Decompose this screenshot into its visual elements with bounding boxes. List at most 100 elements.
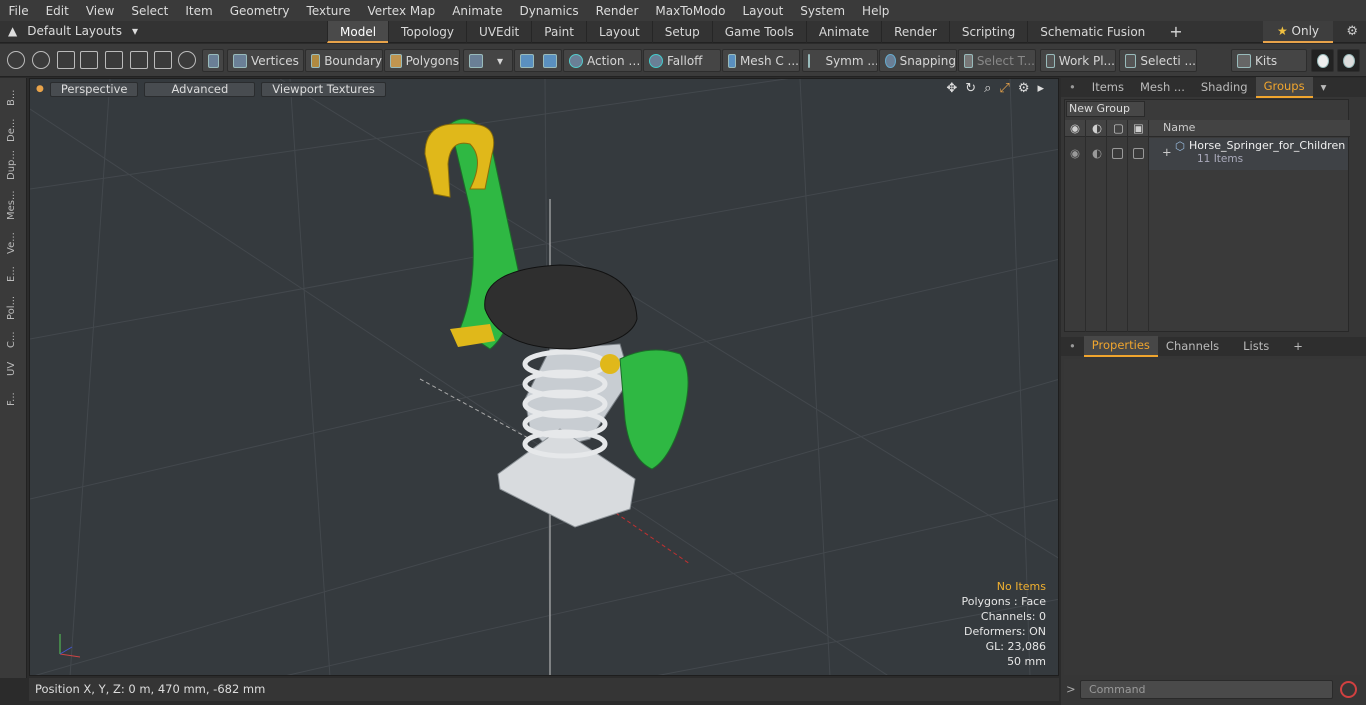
- left-tab-basic[interactable]: B...: [6, 84, 20, 106]
- add-tab-icon[interactable]: +: [1285, 337, 1311, 356]
- tab-schematic-fusion[interactable]: Schematic Fusion: [1027, 21, 1157, 43]
- snapping-button[interactable]: Snapping: [879, 49, 957, 72]
- select-icon[interactable]: ▣: [1133, 121, 1144, 135]
- expand-icon[interactable]: +: [1162, 145, 1172, 159]
- menu-view[interactable]: View: [77, 4, 122, 18]
- lock-icon[interactable]: ▢: [1113, 121, 1124, 135]
- viewport-textures-button[interactable]: Viewport Textures: [261, 81, 386, 97]
- menu-render[interactable]: Render: [587, 4, 647, 18]
- menu-edit[interactable]: Edit: [37, 4, 77, 18]
- row-render-icon[interactable]: ◐: [1092, 146, 1102, 160]
- tab-animate[interactable]: Animate: [805, 21, 881, 43]
- tab-game-tools[interactable]: Game Tools: [711, 21, 806, 43]
- group-row[interactable]: + ⬡ Horse_Springer_for_Children ... 11 I…: [1149, 138, 1349, 170]
- mesh-constraint-button[interactable]: Mesh C ...: [722, 49, 800, 72]
- left-tab-polygon[interactable]: Pol...: [6, 286, 20, 320]
- tab-mesh[interactable]: Mesh ...: [1132, 78, 1193, 97]
- center-icon[interactable]: [130, 51, 148, 69]
- menu-file[interactable]: File: [0, 4, 37, 18]
- boundary-button[interactable]: Boundary: [305, 49, 383, 72]
- menu-select[interactable]: Select: [123, 4, 177, 18]
- menu-vertex-map[interactable]: Vertex Map: [359, 4, 444, 18]
- kits-button[interactable]: Kits: [1231, 49, 1307, 72]
- rotate-icon[interactable]: [178, 51, 196, 69]
- cube-mode-button[interactable]: [202, 49, 224, 72]
- arrow-right-icon[interactable]: ▸: [1037, 81, 1044, 96]
- tab-setup[interactable]: Setup: [651, 21, 712, 43]
- unity-button[interactable]: [1311, 49, 1334, 72]
- menu-geometry[interactable]: Geometry: [221, 4, 298, 18]
- symmetry-toggle[interactable]: [514, 49, 562, 72]
- tab-groups[interactable]: Groups: [1255, 77, 1313, 98]
- menu-help[interactable]: Help: [854, 4, 898, 18]
- 3d-viewport[interactable]: ● Perspective Advanced Viewport Textures…: [29, 78, 1059, 676]
- left-tab-curve[interactable]: C...: [6, 324, 20, 348]
- menu-layout[interactable]: Layout: [734, 4, 792, 18]
- eye-icon[interactable]: ◉: [1070, 121, 1080, 135]
- tab-model[interactable]: Model: [327, 21, 389, 43]
- selection-sets-button[interactable]: Selecti ...: [1119, 49, 1197, 72]
- work-plane-button[interactable]: Work Pl...: [1040, 49, 1116, 72]
- row-select-checkbox[interactable]: [1133, 148, 1144, 159]
- left-tab-edge[interactable]: E...: [6, 258, 20, 282]
- perspective-button[interactable]: Perspective: [49, 81, 139, 97]
- viewport-dot-icon[interactable]: ●: [36, 84, 44, 94]
- select-circle-icon[interactable]: [7, 51, 25, 69]
- rotate-view-icon[interactable]: ↻: [965, 81, 976, 96]
- tab-layout[interactable]: Layout: [585, 21, 652, 43]
- left-tab-duplicate[interactable]: Dup...: [6, 146, 20, 180]
- menu-texture[interactable]: Texture: [298, 4, 359, 18]
- panel-dot-icon[interactable]: •: [1061, 337, 1084, 356]
- add-tab-icon[interactable]: +: [1157, 21, 1194, 43]
- move-icon[interactable]: ✥: [946, 81, 957, 96]
- menu-system[interactable]: System: [792, 4, 854, 18]
- left-tab-vertex[interactable]: Ve...: [6, 224, 20, 254]
- maximize-icon[interactable]: ⤢: [999, 81, 1009, 96]
- falloff-button[interactable]: Falloff: [643, 49, 721, 72]
- record-icon[interactable]: [1340, 681, 1357, 698]
- menu-animate[interactable]: Animate: [444, 4, 511, 18]
- layout-selector[interactable]: ▲ Default Layouts ▾: [8, 24, 138, 38]
- panel-dot-icon[interactable]: •: [1061, 78, 1084, 97]
- tab-scripting[interactable]: Scripting: [948, 21, 1027, 43]
- align-icon[interactable]: [105, 51, 123, 69]
- tab-shading[interactable]: Shading: [1193, 78, 1256, 97]
- brush-icon[interactable]: [80, 51, 98, 69]
- left-tab-fusion[interactable]: F...: [6, 380, 20, 406]
- zoom-icon[interactable]: ⌕: [984, 81, 991, 96]
- globe-icon[interactable]: [32, 51, 50, 69]
- row-lock-checkbox[interactable]: [1112, 148, 1123, 159]
- gear-icon[interactable]: ⚙: [1018, 81, 1030, 96]
- tab-channels[interactable]: Channels: [1158, 337, 1227, 356]
- render-icon[interactable]: ◐: [1092, 121, 1102, 135]
- tab-properties[interactable]: Properties: [1083, 336, 1158, 357]
- tab-paint[interactable]: Paint: [531, 21, 586, 43]
- tab-items[interactable]: Items: [1084, 78, 1132, 97]
- row-eye-icon[interactable]: ◉: [1070, 146, 1080, 160]
- tab-uvedit[interactable]: UVEdit: [466, 21, 531, 43]
- menu-item[interactable]: Item: [177, 4, 221, 18]
- symmetry-button[interactable]: Symm ...: [802, 49, 878, 72]
- left-tab-mesh[interactable]: Mes...: [6, 184, 20, 220]
- tab-topology[interactable]: Topology: [388, 21, 466, 43]
- vertices-button[interactable]: Vertices: [227, 49, 304, 72]
- pen-icon[interactable]: [57, 51, 75, 69]
- action-button[interactable]: Action …: [563, 49, 642, 72]
- tab-render[interactable]: Render: [881, 21, 949, 43]
- select-through-button[interactable]: Select T...: [958, 49, 1036, 72]
- menu-maxtomodo[interactable]: MaxToModo: [647, 4, 734, 18]
- gear-icon[interactable]: ⚙: [1346, 24, 1358, 39]
- frame-icon[interactable]: [154, 51, 172, 69]
- only-toggle[interactable]: ★ Only: [1263, 21, 1333, 43]
- menu-dynamics[interactable]: Dynamics: [511, 4, 587, 18]
- left-tab-deform[interactable]: De...: [6, 110, 20, 142]
- left-tab-uv[interactable]: UV: [6, 352, 20, 376]
- material-mode-button[interactable]: ▾: [463, 49, 513, 72]
- polygons-button[interactable]: Polygons: [384, 49, 460, 72]
- command-input[interactable]: Command: [1080, 680, 1333, 699]
- new-group-button[interactable]: New Group: [1066, 101, 1145, 117]
- chevron-down-icon[interactable]: ▾: [1313, 78, 1335, 97]
- advanced-button[interactable]: Advanced: [144, 81, 256, 97]
- unreal-button[interactable]: [1337, 49, 1360, 72]
- horse-springer-model[interactable]: [424, 118, 689, 528]
